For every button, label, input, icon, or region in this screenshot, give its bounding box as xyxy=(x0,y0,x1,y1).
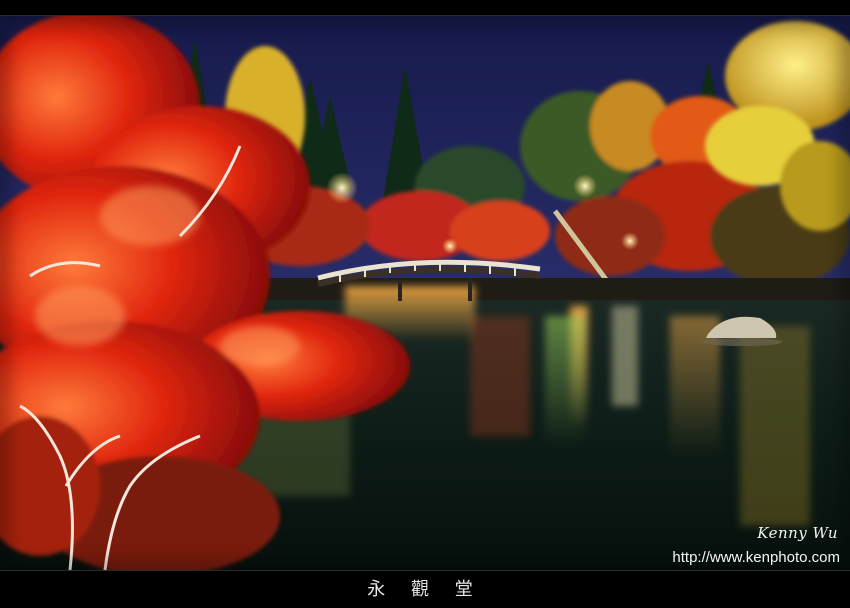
photo-illustration xyxy=(0,16,850,570)
photographer-signature: Kenny Wu xyxy=(757,524,838,542)
photo-frame: Kenny Wu http://www.kenphoto.com 永 觀 堂 xyxy=(0,0,850,608)
photo-caption: 永 觀 堂 xyxy=(367,579,483,600)
website-watermark: http://www.kenphoto.com xyxy=(672,549,840,566)
photograph: Kenny Wu http://www.kenphoto.com xyxy=(0,15,850,571)
